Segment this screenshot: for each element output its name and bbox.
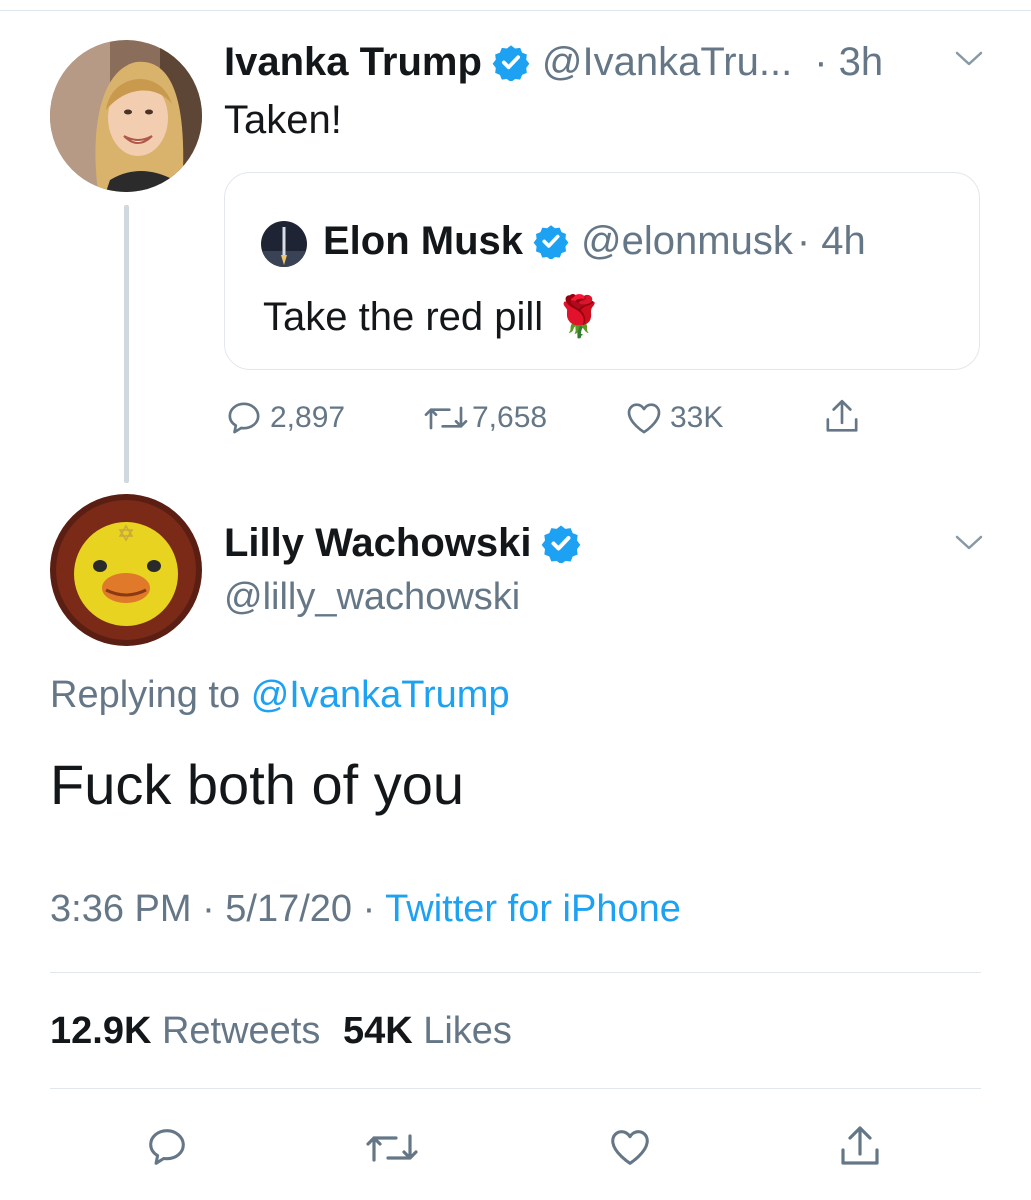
top-divider [0, 10, 1031, 11]
retweets-label: Retweets [161, 1010, 321, 1052]
lilly-handle[interactable]: @lilly_wachowski [224, 576, 520, 619]
divider-stats-bottom [50, 1088, 981, 1089]
ivanka-avatar[interactable] [50, 40, 202, 192]
main-tweet-text: Fuck both of you [50, 753, 465, 816]
parent-retweet-button[interactable]: 7,658 [422, 398, 547, 438]
tweet-meta: 3:36 PM · 5/17/20 · Twitter for iPhone [50, 888, 681, 931]
parent-like-count: 33K [670, 401, 724, 434]
replying-to: Replying to @IvankaTrump [50, 674, 510, 717]
retweet-icon [422, 398, 470, 438]
verified-badge-icon [541, 523, 581, 563]
divider-stats-top [50, 972, 981, 973]
replying-handle-link[interactable]: @IvankaTrump [251, 674, 510, 716]
quoted-tweet-card[interactable]: Elon Musk @elonmusk · 4h Take the red pi… [224, 172, 980, 370]
parent-like-button[interactable]: 33K [624, 398, 723, 438]
share-icon [822, 396, 862, 438]
likes-count: 54K [342, 1010, 413, 1052]
like-icon [624, 398, 664, 438]
chevron-down-icon[interactable] [952, 48, 986, 70]
reply-icon [224, 398, 264, 438]
ivanka-handle[interactable]: @IvankaTru... [542, 40, 792, 85]
reply-icon [144, 1124, 190, 1170]
quoted-tweet-text: Take the red pill 🌹 [263, 295, 605, 339]
retweets-stat[interactable]: 12.9K Retweets [50, 1010, 331, 1052]
main-author-row: Lilly Wachowski [224, 518, 581, 568]
parent-retweet-count: 7,658 [472, 401, 548, 434]
share-icon [836, 1122, 884, 1172]
parent-reply-button[interactable]: 2,897 [224, 398, 345, 438]
verified-badge-icon [533, 223, 569, 259]
parent-reply-count: 2,897 [270, 401, 346, 434]
elon-avatar[interactable] [261, 221, 307, 267]
replying-prefix: Replying to [50, 674, 241, 716]
elon-name[interactable]: Elon Musk [323, 219, 523, 264]
parent-tweet-text: Taken! [224, 98, 342, 142]
ivanka-name[interactable]: Ivanka Trump [224, 40, 482, 85]
tweet-stats: 12.9K Retweets 54K Likes [50, 1010, 512, 1053]
retweet-button[interactable] [364, 1126, 420, 1170]
quoted-time[interactable]: · 4h [797, 219, 866, 264]
elon-handle[interactable]: @elonmusk [581, 219, 793, 264]
retweet-icon [364, 1126, 420, 1170]
reply-button[interactable] [144, 1124, 190, 1170]
parent-time[interactable]: · 3h [814, 40, 883, 85]
chevron-down-icon[interactable] [952, 532, 986, 554]
quoted-header: Elon Musk @elonmusk · 4h [323, 217, 866, 265]
tweet-timestamp[interactable]: 3:36 PM · 5/17/20 · [50, 888, 375, 930]
parent-header: Ivanka Trump @IvankaTru... · 3h [224, 38, 883, 86]
likes-stat[interactable]: 54K Likes [343, 1010, 512, 1052]
like-button[interactable] [606, 1124, 654, 1170]
retweets-count: 12.9K [50, 1010, 152, 1052]
lilly-avatar[interactable] [50, 494, 202, 646]
verified-badge-icon [492, 43, 530, 81]
like-icon [606, 1124, 654, 1170]
lilly-name[interactable]: Lilly Wachowski [224, 521, 531, 566]
tweet-source-link[interactable]: Twitter for iPhone [385, 888, 681, 930]
thread-connector [124, 205, 129, 483]
share-button[interactable] [836, 1122, 884, 1172]
likes-label: Likes [423, 1010, 512, 1052]
parent-share-button[interactable] [822, 396, 862, 438]
